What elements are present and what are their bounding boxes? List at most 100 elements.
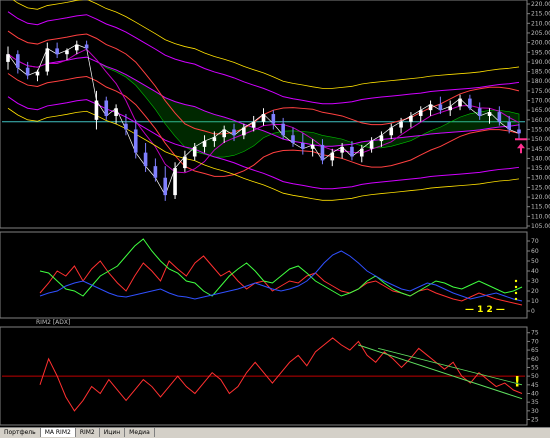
indicator-tick-label: 0 [531,308,535,315]
candle-body [448,106,453,111]
annotation-exclamation: ! [514,375,520,391]
candle-body [271,114,276,124]
candle-body [143,152,148,167]
price-tick-label: 200.000 [531,40,550,47]
candle-body [261,114,266,122]
adx-tick-label: 25 [531,417,539,424]
candle-body [114,108,118,116]
sheet-tab[interactable]: Ицин [100,428,126,437]
candle-body [153,166,158,178]
candle-body [418,110,423,116]
candle-body [16,54,20,68]
price-tick-label: 220.000 [531,1,550,8]
adx-y-axis: 25 30 35 4045 50 5560 65 7075 [527,330,539,424]
price-tick-label: 185.000 [531,69,550,76]
adx-tick-label: 60 [531,356,539,363]
candle-body [310,144,315,149]
candle-body [320,144,325,161]
candle-body [389,127,394,136]
price-tick-label: 150.000 [531,136,550,143]
candle-body [55,48,59,55]
candle-body [330,152,335,161]
candle-body [340,146,344,153]
candle-body [458,98,462,107]
candle-body [65,50,69,55]
adx-panel-label: RIM2 [ADX] [36,319,71,326]
candle-body [281,123,285,136]
candle-body [477,108,482,116]
candle-body [124,123,128,130]
price-tick-label: 205.000 [531,30,550,37]
adx-tick-label: 55 [531,364,539,371]
annotation-dot [514,285,518,289]
price-tick-label: 135.000 [531,165,550,172]
price-tick-label: 195.000 [531,49,550,56]
candle-body [487,112,492,116]
candle-body [202,141,207,147]
price-tick-label: 145.000 [531,146,550,153]
sheet-tab[interactable]: МА RIM2 [40,428,76,437]
price-tick-label: 120.000 [531,194,550,201]
price-tick-label: 110.000 [531,213,550,220]
adx-tick-label: 50 [531,373,539,380]
indicator-tick-label: 30 [531,278,539,285]
adx-tick-label: 65 [531,347,539,354]
sheet-tab[interactable]: Медиа [125,428,155,437]
price-tick-label: 165.000 [531,107,550,114]
candle-body [301,142,305,149]
price-y-axis: 105.000 110.000 115.000 120.000 125.000 130.0… [527,1,550,230]
annotation-marks: — 1 2 — [465,305,505,315]
price-tick-label: 115.000 [531,204,550,211]
candle-body [497,112,502,122]
candle-body [212,137,217,142]
price-tick-label: 170.000 [531,98,550,105]
candle-body [74,44,79,51]
candle-body [173,168,177,196]
price-tick-label: 125.000 [531,184,550,191]
candle-body [251,121,256,128]
candle-body [25,67,30,76]
candle-body [369,141,374,149]
indicator-tick-label: 40 [531,268,539,275]
candle-body [379,135,384,142]
price-tick-label: 155.000 [531,126,550,133]
adx-tick-label: 40 [531,390,539,397]
price-tick-label: 210.000 [531,20,550,27]
adx-tick-label: 70 [531,338,539,345]
chart-area: 105.000 110.000 115.000 120.000 125.000 130.0… [0,0,550,426]
adx-tick-label: 45 [531,382,539,389]
candle-body [192,146,197,157]
candle-body [428,104,433,111]
candle-body [133,129,138,153]
annotation-dot [514,291,518,295]
annotation-dot [514,279,518,283]
indicator-tick-label: 50 [531,258,539,265]
candle-body [242,127,246,136]
sheet-tab[interactable]: RIM2 [76,428,100,437]
price-tick-label: 215.000 [531,11,550,18]
sheet-tab-bar: Портфель МА RIM2 RIM2 Ицин Медиа [0,427,550,438]
candle-body [409,115,413,122]
candle-body [232,129,236,136]
indicator-y-axis: 0 10 20 30 40 50 60 70 [527,238,539,315]
price-panel: 105.000 110.000 115.000 120.000 125.000 130.0… [0,0,550,230]
candle-body [6,54,10,62]
adx-tick-label: 35 [531,399,539,406]
candle-body [517,129,521,134]
candle-body [350,146,354,157]
candle-body [399,121,403,128]
price-tick-label: 190.000 [531,59,550,66]
candle-body [35,71,40,76]
candle-body [438,104,443,111]
adx-tick-label: 30 [531,408,539,415]
indicator-tick-label: 70 [531,238,539,245]
annotation-dot [514,297,518,301]
price-tick-label: 130.000 [531,175,550,182]
candle-body [359,148,364,157]
price-tick-label: 180.000 [531,78,550,85]
indicator-panel: — 1 2 — 0 10 20 30 40 50 60 70 [0,231,539,319]
indicator-tick-label: 60 [531,248,539,255]
sheet-tab[interactable]: Портфель [0,428,41,437]
adx-panel: ! 25 30 35 4045 50 5560 65 7075 [0,326,539,426]
price-tick-label: 175.000 [531,88,550,95]
